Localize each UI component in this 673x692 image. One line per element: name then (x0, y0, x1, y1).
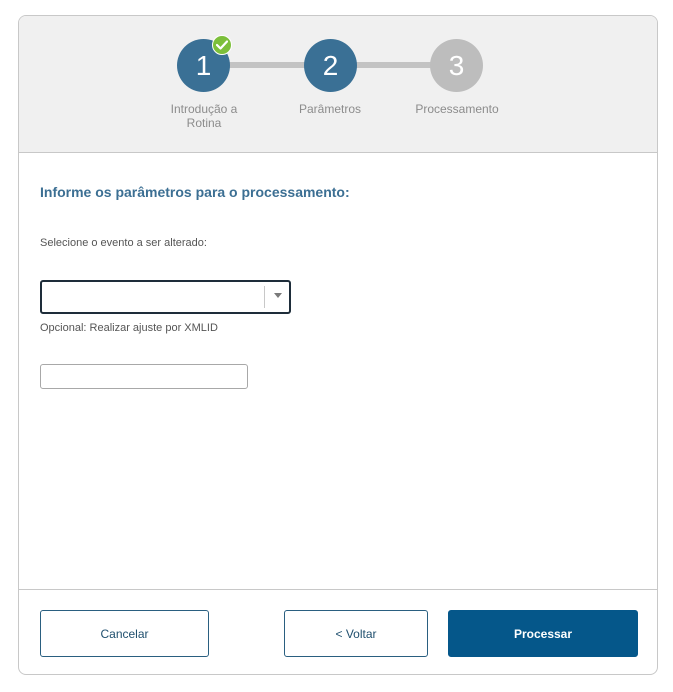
step-1-label: Introdução a Rotina (144, 102, 264, 130)
xmlid-input[interactable] (40, 364, 248, 389)
step-1-label-line1: Introdução a (170, 102, 238, 116)
select-divider (264, 286, 265, 308)
xmlid-label: Opcional: Realizar ajuste por XMLID (40, 322, 218, 334)
check-icon (212, 35, 232, 55)
footer-bar: Cancelar < Voltar Processar (19, 589, 657, 674)
form-content: Informe os parâmetros para o processamen… (19, 153, 657, 589)
step-2-label: Parâmetros (298, 102, 362, 116)
form-title: Informe os parâmetros para o processamen… (40, 184, 350, 200)
step-3-circle[interactable]: 3 (430, 39, 483, 92)
step-3-label: Processamento (415, 102, 499, 116)
back-button[interactable]: < Voltar (284, 610, 428, 657)
process-button[interactable]: Processar (448, 610, 638, 657)
step-2-circle[interactable]: 2 (304, 39, 357, 92)
caret-down-icon[interactable] (273, 292, 283, 299)
step-1-label-line2: Rotina (186, 116, 222, 130)
event-label: Selecione o evento a ser alterado: (40, 237, 207, 249)
wizard-panel: 1 2 3 Introdução a Rotina Parâmetros Pro… (18, 15, 658, 675)
cancel-button[interactable]: Cancelar (40, 610, 209, 657)
stepper: 1 2 3 Introdução a Rotina Parâmetros Pro… (19, 16, 657, 153)
event-select[interactable] (40, 280, 291, 314)
